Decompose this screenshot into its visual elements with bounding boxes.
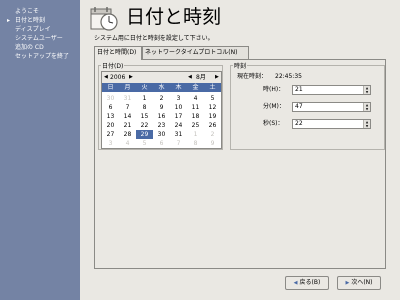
page-title: 日付と時刻 [126, 6, 222, 28]
sidebar-step-display: ディスプレイ [15, 26, 51, 33]
time-group: 時刻 現在時刻： 22:45:35 時(H)： 21 ▲ ▼ 分(M)： 47 ▲… [230, 61, 385, 150]
main-area: 日付と時刻 システム用に日付と時刻を設定して下さい。 日付と時間(D) ネットワ… [80, 0, 400, 300]
current-time-label: 現在時刻： [237, 73, 268, 80]
calendar-day[interactable]: 23 [153, 121, 170, 130]
weekday-label: 水 [158, 84, 165, 91]
calendar-day[interactable]: 1 [136, 94, 153, 103]
second-spinbox[interactable]: 22 ▲ ▼ [292, 119, 371, 129]
calendar-day[interactable]: 4 [187, 94, 204, 103]
back-arrow-icon: ◀ [293, 280, 298, 286]
minute-label: 分(M)： [263, 103, 285, 110]
calendar-day[interactable]: 3 [170, 94, 187, 103]
calendar-day[interactable]: 25 [187, 121, 204, 130]
calendar-day[interactable]: 11 [187, 103, 204, 112]
calendar-clock-icon [90, 7, 118, 31]
calendar-day[interactable]: 3 [102, 139, 119, 148]
calendar-day[interactable]: 8 [136, 103, 153, 112]
tab-date-and-time[interactable]: 日付と時間(D) [94, 46, 142, 60]
calendar-year: 2006 [110, 74, 126, 81]
calendar-day[interactable]: 17 [170, 112, 187, 121]
calendar-day[interactable]: 28 [119, 130, 136, 139]
calendar-day[interactable]: 20 [102, 121, 119, 130]
current-time-value: 22:45:35 [275, 73, 302, 80]
next-arrow-icon: ▶ [345, 280, 350, 286]
time-group-label: 時刻 [233, 61, 248, 70]
calendar-day[interactable]: 5 [136, 139, 153, 148]
calendar-day[interactable]: 22 [136, 121, 153, 130]
calendar-day[interactable]: 31 [170, 130, 187, 139]
next-year-icon[interactable]: ▶ [129, 72, 133, 83]
calendar-day[interactable]: 1 [187, 130, 204, 139]
weekday-label: 月 [124, 84, 131, 91]
hour-spin-arrows-icon[interactable]: ▲ ▼ [363, 86, 370, 94]
prev-month-icon[interactable]: ◀ [188, 72, 192, 83]
calendar-day[interactable]: 29 [136, 130, 153, 139]
calendar-day[interactable]: 30 [153, 130, 170, 139]
calendar-day[interactable]: 2 [204, 130, 221, 139]
current-step-marker: ▸ [7, 17, 11, 24]
hour-value: 21 [295, 86, 303, 93]
calendar-day[interactable]: 6 [102, 103, 119, 112]
calendar-day[interactable]: 21 [119, 121, 136, 130]
calendar-day[interactable]: 12 [204, 103, 221, 112]
second-value: 22 [295, 120, 303, 127]
back-button-label: 戻る(B) [299, 279, 321, 286]
calendar-day[interactable]: 30 [102, 94, 119, 103]
calendar-day[interactable]: 7 [170, 139, 187, 148]
calendar-day[interactable]: 16 [153, 112, 170, 121]
sidebar-step-datetime: 日付と時刻 [15, 17, 46, 24]
calendar-day[interactable]: 27 [102, 130, 119, 139]
date-group: 日付(D) ◀ 2006 ▶ ◀ 8月 ▶ 日月火水木金土 30 31 1 2 3 4 5 6… [98, 61, 223, 150]
weekday-label: 火 [141, 84, 148, 91]
calendar-day[interactable]: 7 [119, 103, 136, 112]
calendar-day[interactable]: 8 [187, 139, 204, 148]
next-button-label: 次へ(N) [351, 279, 373, 286]
calendar-month: 8月 [196, 74, 206, 81]
tab-panel: 日付(D) ◀ 2006 ▶ ◀ 8月 ▶ 日月火水木金土 30 31 1 2 3 4 5 6… [94, 59, 386, 269]
prev-year-icon[interactable]: ◀ [104, 72, 108, 83]
calendar-day[interactable]: 4 [119, 139, 136, 148]
back-button[interactable]: ◀ 戻る(B) [285, 276, 329, 290]
weekday-label: 木 [175, 84, 182, 91]
weekday-header: 日月火水木金土 [102, 83, 221, 92]
calendar: ◀ 2006 ▶ ◀ 8月 ▶ 日月火水木金土 30 31 1 2 3 4 5 6 7 8 9 10 1… [101, 71, 222, 149]
minute-value: 47 [295, 103, 303, 110]
sidebar-step-welcome: ようこそ [15, 8, 40, 15]
second-spin-arrows-icon[interactable]: ▲ ▼ [363, 120, 370, 128]
tab-network-time-protocol[interactable]: ネットワークタイムプロトコル(N) [142, 46, 249, 59]
calendar-day[interactable]: 9 [153, 103, 170, 112]
calendar-day[interactable]: 6 [153, 139, 170, 148]
next-month-icon[interactable]: ▶ [215, 72, 219, 83]
calendar-day[interactable]: 9 [204, 139, 221, 148]
weekday-label: 金 [192, 84, 199, 91]
minute-spinbox[interactable]: 47 ▲ ▼ [292, 102, 371, 112]
sidebar-step-system-user: システムユーザー [15, 35, 63, 42]
calendar-day[interactable]: 19 [204, 112, 221, 121]
calendar-day[interactable]: 15 [136, 112, 153, 121]
calendar-day[interactable]: 10 [170, 103, 187, 112]
date-group-label: 日付(D) [101, 61, 125, 70]
calendar-day[interactable]: 14 [119, 112, 136, 121]
calendar-nav: ◀ 2006 ▶ ◀ 8月 ▶ [102, 72, 221, 83]
calendar-day[interactable]: 18 [187, 112, 204, 121]
sidebar-step-finish-setup: セットアップを終了 [15, 53, 70, 60]
weekday-label: 土 [209, 84, 216, 91]
calendar-day[interactable]: 24 [170, 121, 187, 130]
calendar-day[interactable]: 13 [102, 112, 119, 121]
hour-label: 時(H)： [263, 86, 285, 93]
weekday-label: 日 [107, 84, 114, 91]
hour-spinbox[interactable]: 21 ▲ ▼ [292, 85, 371, 95]
instruction-text: システム用に日付と時刻を設定して下さい。 [94, 35, 214, 42]
sidebar: ▸ ようこそ 日付と時刻 ディスプレイ システムユーザー 追加の CD セットア… [0, 0, 80, 300]
calendar-day[interactable]: 2 [153, 94, 170, 103]
calendar-day[interactable]: 26 [204, 121, 221, 130]
next-button[interactable]: ▶ 次へ(N) [337, 276, 381, 290]
minute-spin-arrows-icon[interactable]: ▲ ▼ [363, 103, 370, 111]
sidebar-step-additional-cd: 追加の CD [15, 44, 44, 51]
calendar-day[interactable]: 5 [204, 94, 221, 103]
calendar-day[interactable]: 31 [119, 94, 136, 103]
second-label: 秒(S)： [263, 120, 284, 127]
